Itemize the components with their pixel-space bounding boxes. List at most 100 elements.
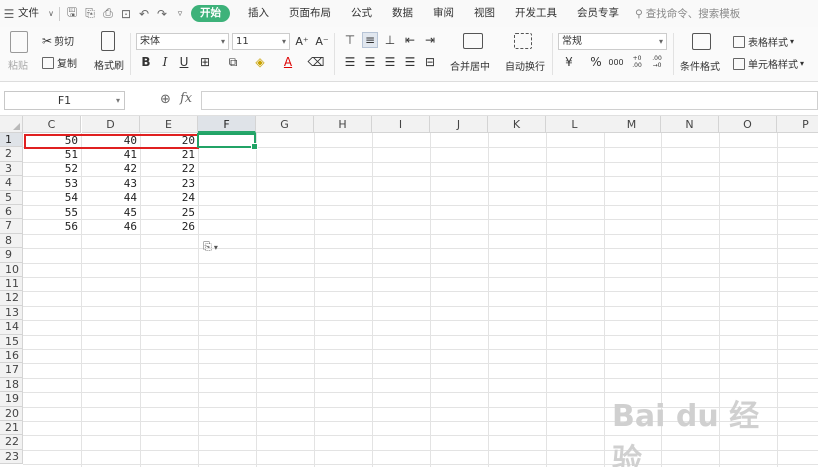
row-header-8[interactable]: 8 [0,233,23,249]
row-header-22[interactable]: 22 [0,435,23,450]
row-header-12[interactable]: 12 [0,291,23,306]
cell-c7[interactable]: 56 [23,220,81,234]
row-header-23[interactable]: 23 [0,449,23,465]
tab-page-layout[interactable]: 页面布局 [279,0,341,27]
align-center-icon[interactable]: ☰ [362,54,378,70]
font-color-icon[interactable]: A [280,54,296,70]
row-header-6[interactable]: 6 [0,205,23,220]
merge-center-button[interactable]: 合并居中 [450,58,490,73]
row-header-21[interactable]: 21 [0,421,23,436]
customize-toolbar-icon[interactable]: ▿ [171,0,189,27]
align-left-icon[interactable]: ☰ [342,54,358,70]
column-header-h[interactable]: H [314,116,372,133]
underline-button[interactable]: U [176,54,192,70]
column-header-l[interactable]: L [546,116,604,133]
merge-center-icon[interactable] [463,33,483,49]
cell-e7[interactable]: 26 [140,220,198,234]
column-header-e[interactable]: E [140,116,198,133]
decrease-font-size-icon[interactable]: A⁻ [314,33,330,49]
cell-c2[interactable]: 51 [23,148,81,162]
column-header-f[interactable]: F [198,116,256,133]
cell-d4[interactable]: 43 [82,177,140,191]
insert-function-icon[interactable]: fx [180,91,192,106]
italic-button[interactable]: I [157,54,173,70]
row-header-9[interactable]: 9 [0,248,23,263]
row-header-18[interactable]: 18 [0,377,23,393]
name-box[interactable]: F1 ▾ [4,91,125,110]
percent-button[interactable]: % [588,54,604,70]
row-header-15[interactable]: 15 [0,334,23,349]
increase-decimal-button[interactable]: +0 .00 [628,54,646,70]
format-painter-icon[interactable] [101,31,115,51]
tab-data[interactable]: 数据 [382,0,423,27]
format-painter-button[interactable]: 格式刷 [94,57,124,72]
select-all-corner[interactable] [0,116,23,133]
number-format-select[interactable]: 常规 ▾ [558,33,667,50]
cell-e4[interactable]: 23 [140,177,198,191]
cell-style-button[interactable]: 单元格样式 ▾ [733,56,804,71]
cell-c6[interactable]: 55 [23,206,81,220]
column-header-p[interactable]: P [777,116,818,133]
column-header-k[interactable]: K [488,116,546,133]
cell-e5[interactable]: 24 [140,191,198,205]
row-header-14[interactable]: 14 [0,320,23,335]
conditional-format-button[interactable]: 条件格式 [680,58,720,73]
tab-review[interactable]: 审阅 [423,0,464,27]
hamburger-menu-icon[interactable]: ☰ [0,0,18,27]
cut-button[interactable]: ✂ 剪切 [42,33,74,49]
fill-color-icon[interactable]: ◈ [252,54,268,70]
clear-format-icon[interactable]: ⌫ [308,54,325,70]
align-right-icon[interactable]: ☰ [382,54,398,70]
row-header-17[interactable]: 17 [0,363,23,378]
cell-c5[interactable]: 54 [23,191,81,205]
row-header-11[interactable]: 11 [0,277,23,292]
paste-options-button[interactable]: ⎘ ▾ [203,240,218,254]
row-header-2[interactable]: 2 [0,147,23,162]
row-header-7[interactable]: 7 [0,219,23,234]
column-header-c[interactable]: C [23,116,81,133]
row-header-3[interactable]: 3 [0,161,23,177]
conditional-format-icon[interactable] [692,33,711,50]
cell-style-icon[interactable]: ⧉ [225,54,241,70]
command-search[interactable]: ⚲ 查找命令、搜索模板 [635,6,740,21]
bold-button[interactable]: B [138,54,154,70]
cell-d2[interactable]: 41 [82,148,140,162]
row-header-13[interactable]: 13 [0,305,23,321]
formula-input[interactable] [201,91,818,110]
paste-icon[interactable] [10,31,28,53]
tab-insert[interactable]: 插入 [238,0,279,27]
row-header-19[interactable]: 19 [0,392,23,407]
distributed-align-icon[interactable]: ⊟ [422,54,438,70]
cell-d3[interactable]: 42 [82,162,140,176]
borders-icon[interactable]: ⊞ [197,54,213,70]
wrap-text-button[interactable]: 自动换行 [505,58,545,73]
column-header-o[interactable]: O [719,116,777,133]
row-header-20[interactable]: 20 [0,406,23,421]
row-header-1[interactable]: 1 [0,133,23,148]
cell-e6[interactable]: 25 [140,206,198,220]
justify-icon[interactable]: ☰ [402,54,418,70]
table-style-button[interactable]: 表格样式 ▾ [733,34,794,49]
align-bottom-icon[interactable]: ⊥ [382,32,398,48]
tab-membership[interactable]: 会员专享 [567,0,629,27]
cell-d7[interactable]: 46 [82,220,140,234]
cell-c3[interactable]: 52 [23,162,81,176]
row-header-4[interactable]: 4 [0,176,23,191]
tab-formulas[interactable]: 公式 [341,0,382,27]
tab-developer[interactable]: 开发工具 [505,0,567,27]
copy-button[interactable]: 复制 [42,55,77,70]
zoom-icon[interactable]: ⊕ [160,92,171,107]
redo-icon[interactable]: ↷ [153,0,171,27]
cell-d6[interactable]: 45 [82,206,140,220]
font-name-select[interactable]: 宋体 ▾ [136,33,229,50]
column-header-n[interactable]: N [661,116,719,133]
cell-e3[interactable]: 22 [140,162,198,176]
print-preview-icon[interactable]: ⊡ [117,0,135,27]
cell-d5[interactable]: 44 [82,191,140,205]
export-icon[interactable]: ⎘ [81,0,99,27]
row-header-5[interactable]: 5 [0,190,23,205]
print-icon[interactable]: ⎙ [99,0,117,27]
decrease-indent-icon[interactable]: ⇤ [402,32,418,48]
column-header-g[interactable]: G [256,116,314,133]
align-middle-icon[interactable]: ≡ [362,32,378,48]
